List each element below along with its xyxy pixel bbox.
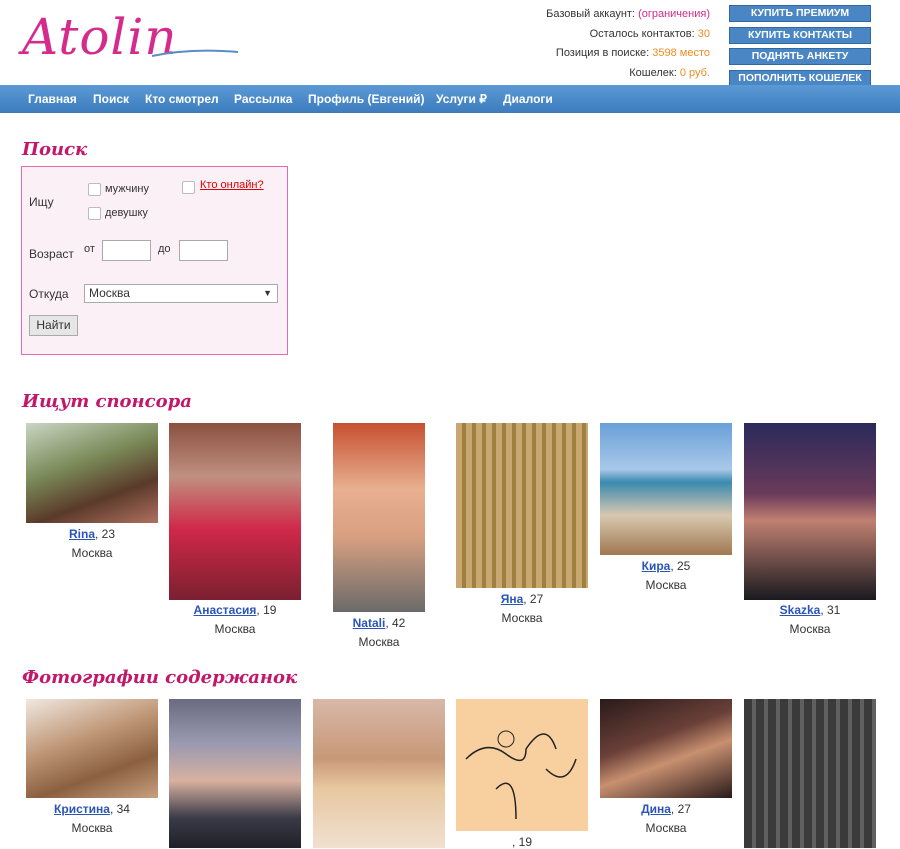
profile-photo[interactable] (456, 423, 588, 588)
profile-photo[interactable] (600, 699, 732, 798)
profile-city: Москва (214, 622, 256, 636)
city-select[interactable]: Москва ▼ (84, 284, 278, 303)
profile-caption: Natali, 42 (352, 616, 406, 630)
online-checkbox[interactable] (182, 181, 195, 194)
who-online-link[interactable]: Кто онлайн? (200, 179, 264, 191)
line-art-icon (465, 730, 577, 820)
nav-dialogs[interactable]: Диалоги (503, 85, 553, 113)
main-nav: Главная Поиск Кто смотрел Рассылка Профи… (0, 85, 900, 113)
profile-name-link[interactable]: Кира (642, 559, 671, 573)
buy-premium-button[interactable]: КУПИТЬ ПРЕМИУМ (729, 5, 871, 22)
profile-name-link[interactable]: Кристина (54, 802, 110, 816)
sponsor-section-title: Ищут спонсора (22, 391, 192, 412)
profile-caption: Кира, 25 (641, 559, 691, 573)
profile-caption: Skazka, 31 (779, 603, 841, 617)
male-checkbox[interactable] (88, 183, 101, 196)
male-label: мужчину (105, 183, 149, 195)
profile-name-link[interactable]: Natali (353, 616, 386, 630)
profile-photo[interactable] (169, 423, 301, 600)
profile-photo[interactable] (456, 699, 588, 831)
seek-label: Ищу (29, 195, 54, 209)
account-type-row: Базовый аккаунт: (ограничения) (546, 8, 710, 20)
age-to-input[interactable] (179, 240, 228, 261)
profile-name-link[interactable]: Skazka (780, 603, 821, 617)
nav-visitors[interactable]: Кто смотрел (145, 85, 219, 113)
profile-name-link[interactable]: Анастасия (194, 603, 257, 617)
age-to-label: до (158, 243, 171, 255)
profile-city: Москва (71, 821, 113, 835)
profile-photo[interactable] (744, 423, 876, 600)
profile-caption: Rina, 23 (68, 527, 116, 541)
from-label: Откуда (29, 287, 69, 301)
contacts-left-row: Осталось контактов: 30 (589, 27, 710, 40)
profile-caption: , 19 (511, 835, 532, 849)
profile-caption: Яна, 27 (500, 592, 544, 606)
profile-photo[interactable] (313, 699, 445, 848)
female-label: девушку (105, 207, 148, 219)
nav-mailing[interactable]: Рассылка (234, 85, 292, 113)
profile-name-link[interactable]: Дина (641, 802, 671, 816)
nav-home[interactable]: Главная (28, 85, 77, 113)
photos-section-title: Фотографии содержанок (22, 667, 298, 688)
account-buttons: КУПИТЬ ПРЕМИУМ КУПИТЬ КОНТАКТЫ ПОДНЯТЬ А… (729, 5, 871, 91)
profile-photo[interactable] (333, 423, 425, 612)
profile-caption: Кристина, 34 (54, 802, 130, 816)
raise-profile-button[interactable]: ПОДНЯТЬ АНКЕТУ (729, 48, 871, 65)
profile-caption: Анастасия, 19 (193, 603, 277, 617)
profile-name-link[interactable]: Яна (501, 592, 524, 606)
profile-photo[interactable] (744, 699, 876, 848)
nav-profile[interactable]: Профиль (Евгений) (308, 85, 425, 113)
profile-photo[interactable] (26, 423, 158, 523)
search-title: Поиск (22, 139, 88, 160)
buy-contacts-button[interactable]: КУПИТЬ КОНТАКТЫ (729, 26, 871, 44)
logo-swash-icon (151, 49, 239, 57)
age-label: Возраст (29, 247, 74, 261)
find-button[interactable]: Найти (29, 315, 78, 336)
nav-search[interactable]: Поиск (93, 85, 129, 113)
search-form: Ищу мужчину девушку Кто онлайн? Возраст … (21, 166, 288, 355)
profile-city: Москва (645, 578, 687, 592)
profile-city: Москва (789, 622, 831, 636)
search-position-row: Позиция в поиске: 3598 место (555, 47, 710, 59)
top-up-wallet-button[interactable]: ПОПОЛНИТЬ КОШЕЛЕК (729, 69, 871, 87)
profile-caption: Дина, 27 (641, 802, 691, 816)
profile-city: Москва (501, 611, 543, 625)
female-checkbox[interactable] (88, 207, 101, 220)
nav-services[interactable]: Услуги ₽ (436, 85, 487, 113)
age-from-label: от (84, 243, 95, 255)
profile-city: Москва (645, 821, 687, 835)
age-from-input[interactable] (102, 240, 151, 261)
profile-photo[interactable] (169, 699, 301, 848)
chevron-down-icon: ▼ (263, 288, 272, 298)
account-info: Базовый аккаунт: (ограничения) Осталось … (470, 5, 710, 83)
account-limits-link[interactable]: (ограничения) (638, 8, 710, 20)
profile-city: Москва (358, 635, 400, 649)
profile-name-link[interactable]: Rina (69, 527, 95, 541)
profile-photo[interactable] (26, 699, 158, 798)
wallet-row: Кошелек: 0 руб. (629, 66, 710, 79)
profile-city: Москва (71, 546, 113, 560)
profile-photo[interactable] (600, 423, 732, 555)
